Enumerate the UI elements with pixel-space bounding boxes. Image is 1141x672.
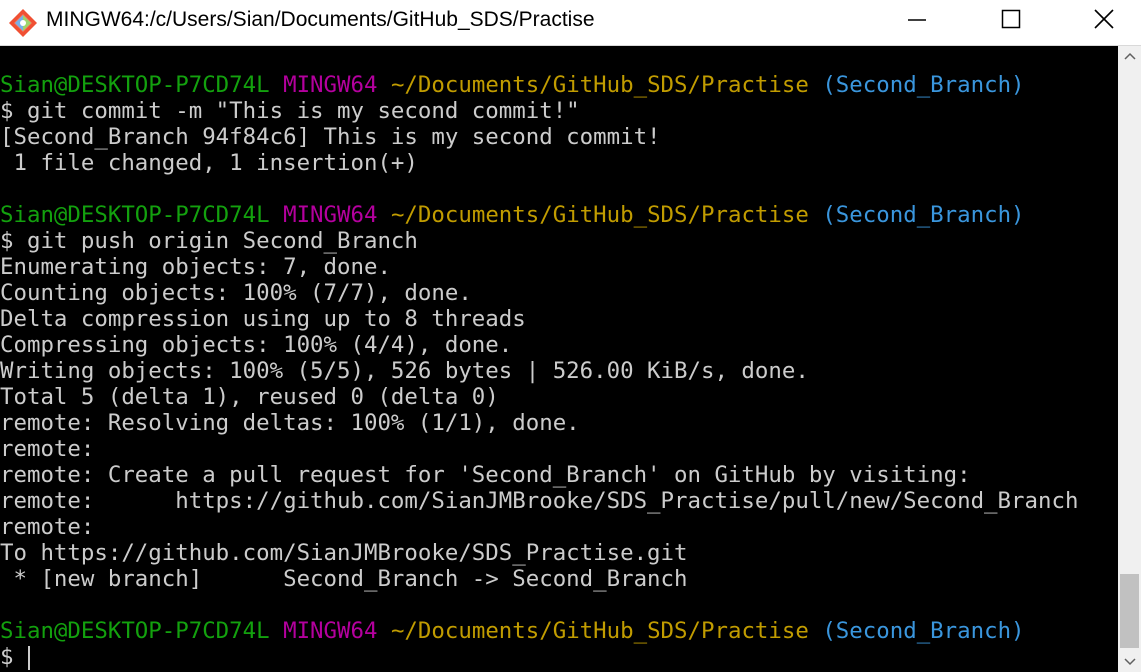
git-bash-window: MINGW64:/c/Users/Sian/Documents/GitHub_S…: [0, 0, 1141, 672]
output-line: Counting objects: 100% (7/7), done.: [0, 280, 472, 306]
prompt-path: ~/Documents/GitHub_SDS/Practise: [390, 72, 809, 98]
prompt-branch: (Second_Branch): [822, 72, 1025, 98]
terminal-output[interactable]: Sian@DESKTOP-P7CD74L MINGW64 ~/Documents…: [0, 46, 1118, 672]
scrollbar-thumb[interactable]: [1120, 574, 1139, 648]
output-line: Enumerating objects: 7, done.: [0, 254, 391, 280]
chevron-down-icon: [1123, 658, 1136, 666]
prompt-symbol: $: [0, 644, 14, 670]
close-button[interactable]: [1081, 0, 1127, 38]
text-cursor: [27, 645, 30, 670]
output-line: remote: Resolving deltas: 100% (1/1), do…: [0, 410, 580, 436]
output-line: remote:: [0, 514, 95, 540]
scroll-up-button[interactable]: [1118, 46, 1141, 66]
output-line: remote:: [0, 436, 95, 462]
window-title: MINGW64:/c/Users/Sian/Documents/GitHub_S…: [46, 8, 595, 31]
command-line: $ git push origin Second_Branch: [0, 228, 418, 254]
prompt-user-host: Sian@DESKTOP-P7CD74L: [0, 72, 270, 98]
output-line: remote: https://github.com/SianJMBrooke/…: [0, 488, 1079, 514]
prompt-line: Sian@DESKTOP-P7CD74L MINGW64 ~/Documents…: [0, 618, 1025, 644]
output-line: * [new branch] Second_Branch -> Second_B…: [0, 566, 688, 592]
output-line: [Second_Branch 94f84c6] This is my secon…: [0, 124, 661, 150]
output-line: Total 5 (delta 1), reused 0 (delta 0): [0, 384, 499, 410]
title-bar[interactable]: MINGW64:/c/Users/Sian/Documents/GitHub_S…: [0, 0, 1141, 46]
output-line: remote: Create a pull request for 'Secon…: [0, 462, 971, 488]
prompt-branch: (Second_Branch): [822, 202, 1025, 228]
prompt-shell: MINGW64: [283, 618, 378, 644]
close-icon: [1094, 9, 1114, 29]
prompt-path: ~/Documents/GitHub_SDS/Practise: [390, 618, 809, 644]
output-line: Delta compression using up to 8 threads: [0, 306, 526, 332]
prompt-line: Sian@DESKTOP-P7CD74L MINGW64 ~/Documents…: [0, 202, 1025, 228]
maximize-button[interactable]: [988, 0, 1034, 38]
command-line: $ git commit -m "This is my second commi…: [0, 98, 580, 124]
output-line: Writing objects: 100% (5/5), 526 bytes |…: [0, 358, 809, 384]
git-bash-icon: [9, 9, 37, 37]
input-line[interactable]: $: [0, 644, 30, 670]
prompt-shell: MINGW64: [283, 202, 378, 228]
output-line: 1 file changed, 1 insertion(+): [0, 150, 418, 176]
prompt-path: ~/Documents/GitHub_SDS/Practise: [390, 202, 809, 228]
prompt-user-host: Sian@DESKTOP-P7CD74L: [0, 618, 270, 644]
prompt-branch: (Second_Branch): [822, 618, 1025, 644]
maximize-icon: [1001, 9, 1021, 29]
vertical-scrollbar[interactable]: [1118, 46, 1141, 672]
minimize-icon: [908, 19, 926, 21]
output-line: Compressing objects: 100% (4/4), done.: [0, 332, 513, 358]
output-line: To https://github.com/SianJMBrooke/SDS_P…: [0, 540, 688, 566]
chevron-up-icon: [1123, 52, 1136, 60]
minimize-button[interactable]: [894, 0, 940, 38]
prompt-line: Sian@DESKTOP-P7CD74L MINGW64 ~/Documents…: [0, 72, 1025, 98]
prompt-user-host: Sian@DESKTOP-P7CD74L: [0, 202, 270, 228]
scroll-down-button[interactable]: [1118, 652, 1141, 672]
prompt-shell: MINGW64: [283, 72, 378, 98]
